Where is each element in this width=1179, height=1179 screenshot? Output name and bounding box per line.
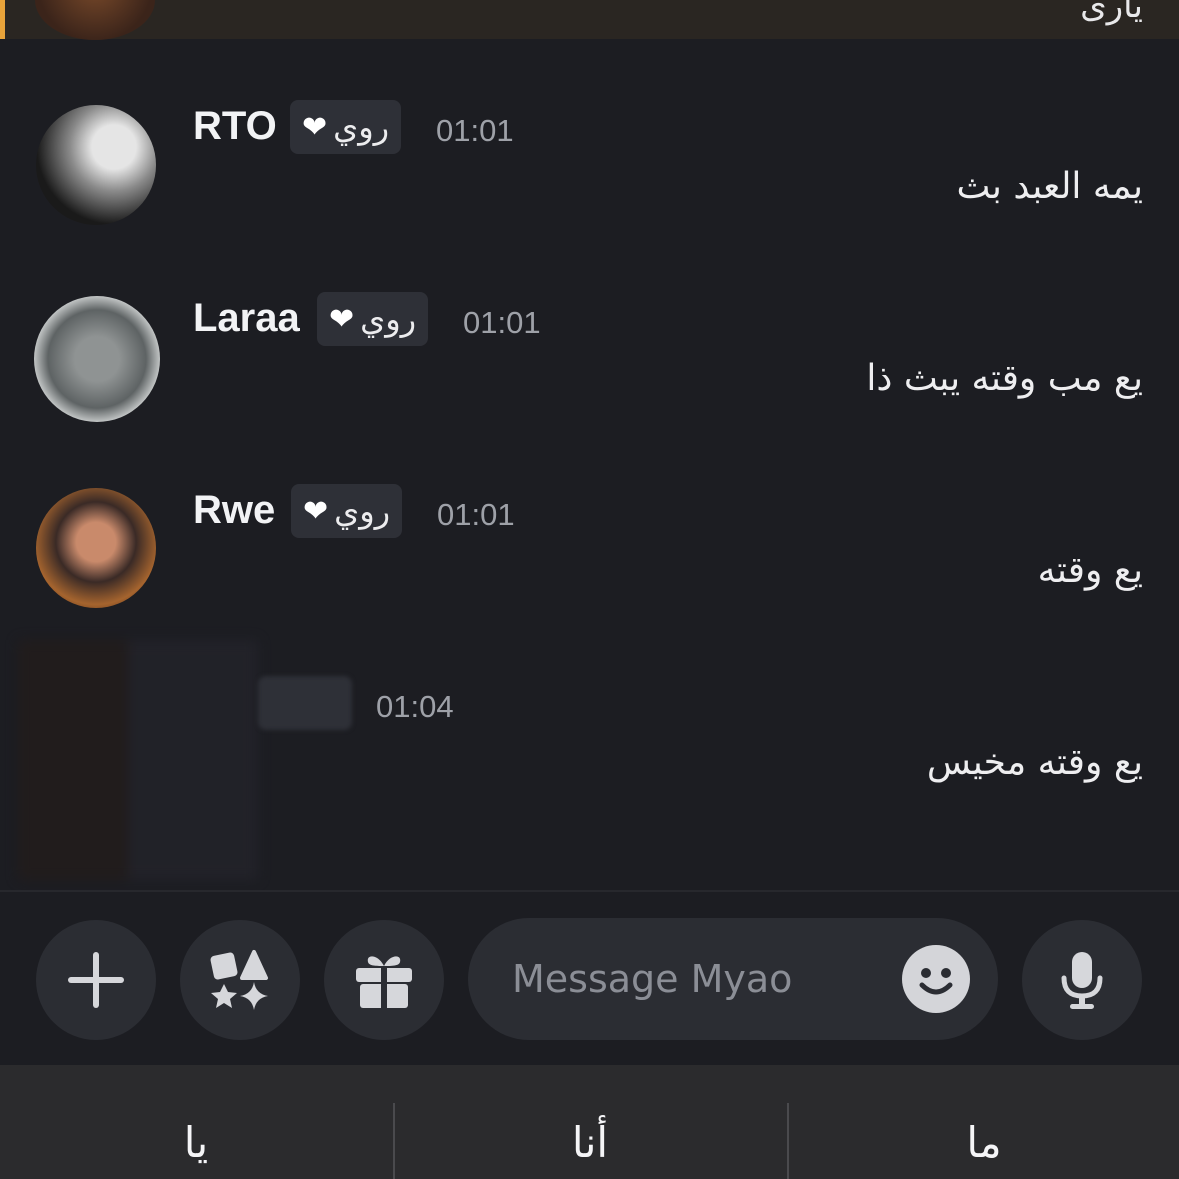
avatar[interactable]	[36, 105, 156, 225]
gift-icon	[356, 956, 412, 1008]
timestamp: 01:01	[463, 305, 541, 340]
author-name[interactable]: RTO	[193, 104, 277, 149]
message-text: يع وقته مخيس	[926, 742, 1143, 783]
timestamp: 01:01	[437, 497, 515, 532]
message-text: يمه العبد بث	[956, 166, 1144, 207]
avatar[interactable]	[34, 296, 160, 422]
role-tag-label: روي	[333, 108, 390, 146]
suggestion-1[interactable]: يا	[0, 1065, 392, 1179]
message-text: يارى	[1080, 0, 1143, 26]
keyboard-suggestion-bar: يا أنا ما	[0, 1065, 1179, 1179]
role-tag-label: روي	[360, 300, 417, 338]
previous-message-strip: يارى	[0, 0, 1179, 40]
role-tag[interactable]: ❤ روي	[290, 100, 402, 154]
message-input[interactable]	[510, 948, 884, 1010]
message-input-container[interactable]	[468, 918, 998, 1040]
avatar[interactable]	[35, 0, 155, 40]
role-tag[interactable]: ❤ روي	[317, 292, 429, 346]
emoji-button[interactable]	[902, 945, 970, 1013]
heart-icon: ❤	[303, 493, 329, 529]
plus-icon	[68, 952, 124, 1008]
blurred-role-tag	[258, 676, 352, 730]
timestamp: 01:04	[376, 689, 454, 724]
emoji-icon	[919, 968, 953, 995]
apps-icon	[210, 950, 268, 1010]
heart-icon: ❤	[302, 109, 328, 145]
microphone-icon	[1061, 952, 1103, 1009]
heart-icon: ❤	[329, 301, 355, 337]
timestamp: 01:01	[436, 113, 514, 148]
message-composer	[0, 892, 1179, 1065]
blurred-avatar[interactable]	[18, 640, 258, 880]
message-text: يع وقته	[1037, 550, 1143, 591]
suggestion-2[interactable]: أنا	[394, 1065, 786, 1179]
avatar[interactable]	[36, 488, 156, 608]
apps-button[interactable]	[180, 920, 300, 1040]
author-name[interactable]: Laraa	[193, 296, 300, 341]
author-name[interactable]: Rwe	[193, 488, 275, 533]
suggestion-3[interactable]: ما	[788, 1065, 1179, 1179]
role-tag[interactable]: ❤ روي	[291, 484, 403, 538]
voice-message-button[interactable]	[1022, 920, 1142, 1040]
role-tag-label: روي	[334, 492, 391, 530]
add-attachment-button[interactable]	[36, 920, 156, 1040]
gift-button[interactable]	[324, 920, 444, 1040]
message-text: يع مب وقته يبث ذا	[866, 358, 1143, 399]
